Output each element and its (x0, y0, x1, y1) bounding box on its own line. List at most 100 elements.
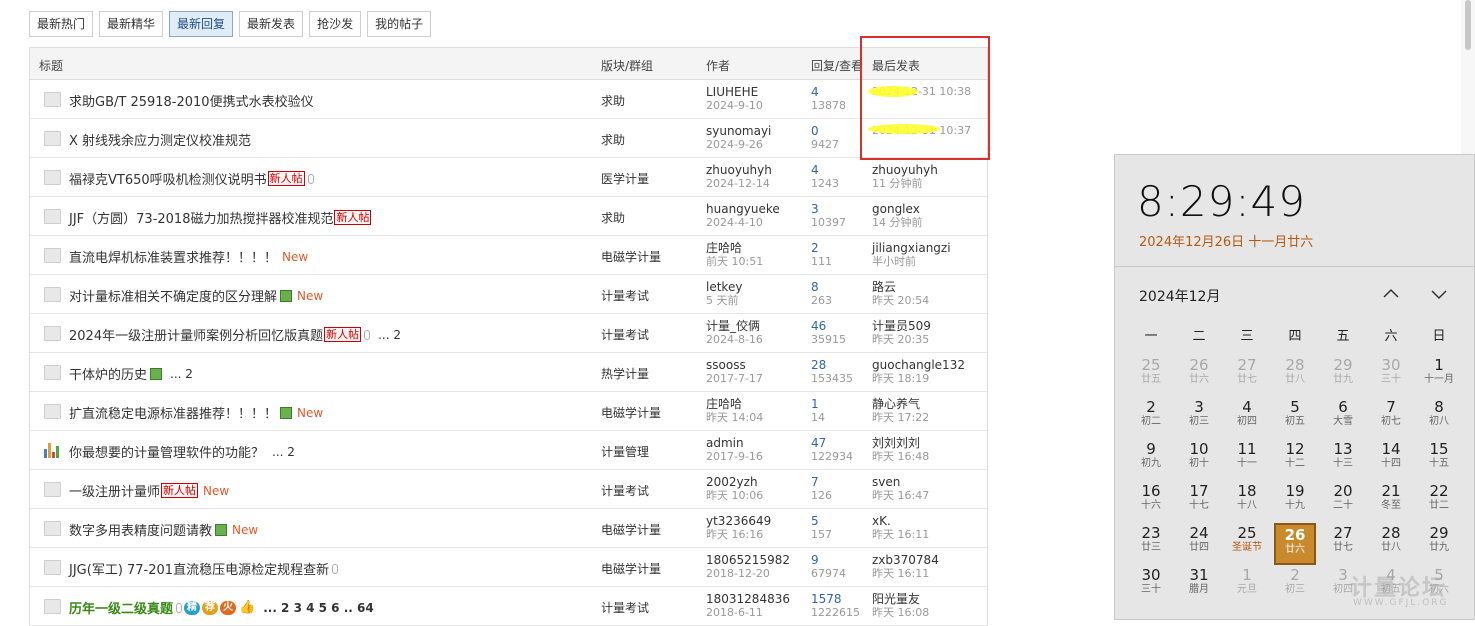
calendar-day[interactable]: 11 十一 (1223, 439, 1271, 481)
last-post-user[interactable]: jiliangxiangzi (872, 241, 951, 255)
calendar-day[interactable]: 1 元旦 (1223, 565, 1271, 607)
thread-title-text[interactable]: 一级注册计量师 (69, 481, 160, 500)
calendar-day[interactable]: 20 二十 (1319, 481, 1367, 523)
author-name[interactable]: zhuoyuhyh (706, 163, 772, 177)
thread-title-text[interactable]: 扩直流稳定电源标准器推荐！！！！ (69, 403, 277, 422)
last-post-user[interactable]: xK. (872, 514, 929, 528)
calendar-day[interactable]: 28 廿八 (1367, 523, 1415, 565)
author-name[interactable]: letkey (706, 280, 742, 294)
last-post-time[interactable]: 昨天 16:48 (872, 450, 929, 464)
page-links[interactable]: ... 2 (378, 328, 401, 342)
last-post-user[interactable]: 静心养气 (872, 397, 929, 411)
board-link[interactable]: 热学计量 (601, 365, 649, 382)
thread-title-text[interactable]: 求助GB/T 25918-2010便携式水表校验仪 (69, 91, 314, 110)
calendar-day[interactable]: 28 廿八 (1271, 355, 1319, 397)
last-post-user[interactable]: 刘刘刘刘 (872, 436, 929, 450)
thread-title[interactable]: 你最想要的计量管理软件的功能？ ... 2 (69, 442, 295, 462)
calendar-day[interactable]: 27 廿七 (1319, 523, 1367, 565)
calendar-day[interactable]: 17 十七 (1175, 481, 1223, 523)
thread-title[interactable]: JJF（方圆）73-2018磁力加热搅拌器校准规范 新人帖 (69, 208, 372, 227)
calendar-day[interactable]: 16 十六 (1127, 481, 1175, 523)
calendar-day[interactable]: 18 十八 (1223, 481, 1271, 523)
thread-title[interactable]: 一级注册计量师 新人帖 New (69, 481, 229, 500)
calendar-day[interactable]: 26 廿六 (1175, 355, 1223, 397)
last-post-user[interactable]: sven (872, 475, 929, 489)
thread-title[interactable]: 直流电焊机标准装置求推荐！！！！ New (69, 247, 308, 267)
last-post-user[interactable]: 阳光量友 (872, 592, 929, 606)
calendar-day[interactable]: 2 初二 (1127, 397, 1175, 439)
board-link[interactable]: 求助 (601, 131, 625, 148)
calendar-day[interactable]: 6 大雪 (1319, 397, 1367, 439)
calendar-day[interactable]: 8 初八 (1415, 397, 1463, 439)
calendar-day[interactable]: 25 廿五 (1127, 355, 1175, 397)
thread-title-text[interactable]: 福禄克VT650呼吸机检测仪说明书 (69, 169, 267, 188)
thread-title-text[interactable]: 历年一级二级真题 (69, 598, 173, 617)
calendar-day[interactable]: 4 初四 (1223, 397, 1271, 439)
calendar-day[interactable]: 30 三十 (1367, 355, 1415, 397)
calendar-day[interactable]: 29 廿九 (1415, 523, 1463, 565)
chevron-up-icon[interactable] (1379, 282, 1403, 306)
board-link[interactable]: 医学计量 (601, 170, 649, 187)
calendar-day[interactable]: 23 廿三 (1127, 523, 1175, 565)
thread-title-text[interactable]: 对计量标准相关不确定度的区分理解 (69, 286, 277, 305)
board-link[interactable]: 求助 (601, 209, 625, 226)
last-post-user[interactable]: 路云 (872, 280, 929, 294)
board-link[interactable]: 计量考试 (601, 599, 649, 616)
calendar-day[interactable]: 29 廿九 (1319, 355, 1367, 397)
calendar-day[interactable]: 13 十三 (1319, 439, 1367, 481)
calendar-day[interactable]: 7 初七 (1367, 397, 1415, 439)
board-link[interactable]: 计量考试 (601, 326, 649, 343)
thread-title-text[interactable]: X 射线残余应力测定仪校准规范 (69, 130, 251, 149)
author-name[interactable]: ssooss (706, 358, 763, 372)
author-name[interactable]: 2002yzh (706, 475, 763, 489)
calendar-day[interactable]: 30 三十 (1127, 565, 1175, 607)
calendar-day[interactable]: 14 十四 (1367, 439, 1415, 481)
thread-title[interactable]: 对计量标准相关不确定度的区分理解 New (69, 286, 323, 306)
last-post-time[interactable]: 昨天 20:54 (872, 294, 929, 308)
last-post-time[interactable]: 昨天 16:11 (872, 567, 939, 581)
calendar-day[interactable]: 31 腊月 (1175, 565, 1223, 607)
scrollbar-thumb[interactable] (1465, 0, 1471, 50)
calendar-day[interactable]: 10 初十 (1175, 439, 1223, 481)
thread-title[interactable]: 干体炉的历史 ... 2 (69, 364, 193, 384)
clock-date[interactable]: 2024年12月26日 十一月廿六 (1139, 231, 1313, 250)
last-post-user[interactable]: zhuoyuhyh (872, 163, 938, 177)
last-post-user[interactable]: zxb370784 (872, 553, 939, 567)
thread-title-text[interactable]: 直流电焊机标准装置求推荐！！！！ (69, 247, 277, 266)
calendar-day[interactable]: 1 十一月 (1415, 355, 1463, 397)
last-post-user[interactable]: gonglex (872, 202, 923, 216)
calendar-day[interactable]: 3 初三 (1175, 397, 1223, 439)
thread-title[interactable]: 2024年一级注册计量师案例分析回忆版真题 新人帖 ... 2 (69, 325, 401, 344)
author-name[interactable]: admin (706, 436, 763, 450)
last-post-user[interactable]: 计量员509 (872, 319, 931, 333)
author-name[interactable]: 18031284836 (706, 592, 790, 606)
thread-title[interactable]: 扩直流稳定电源标准器推荐！！！！ New (69, 403, 323, 423)
thread-title-text[interactable]: 干体炉的历史 (69, 364, 147, 383)
thread-title[interactable]: X 射线残余应力测定仪校准规范 (69, 130, 251, 149)
calendar-day-today[interactable]: 26 廿六 (1274, 523, 1316, 565)
calendar-day[interactable]: 15 十五 (1415, 439, 1463, 481)
last-post-time[interactable]: 昨天 20:35 (872, 333, 931, 347)
last-post-time[interactable]: 昨天 16:47 (872, 489, 929, 503)
tab-my-posts[interactable]: 我的帖子 (367, 11, 432, 37)
author-name[interactable]: yt3236649 (706, 514, 771, 528)
board-link[interactable]: 求助 (601, 92, 625, 109)
last-post-time[interactable]: 昨天 17:22 (872, 411, 929, 425)
calendar-day[interactable]: 24 廿四 (1175, 523, 1223, 565)
thread-title-text[interactable]: 数字多用表精度问题请教 (69, 520, 212, 539)
calendar-day[interactable]: 25 圣诞节 (1223, 523, 1271, 565)
calendar-day[interactable]: 12 十二 (1271, 439, 1319, 481)
page-links[interactable]: ... 2 (170, 367, 193, 381)
last-post-user[interactable]: guochangle132 (872, 358, 965, 372)
tab-latest-digest[interactable]: 最新精华 (99, 11, 164, 37)
tab-latest-hot[interactable]: 最新热门 (29, 11, 94, 37)
board-link[interactable]: 电磁学计量 (601, 521, 661, 538)
board-link[interactable]: 电磁学计量 (601, 560, 661, 577)
board-link[interactable]: 电磁学计量 (601, 248, 661, 265)
author-name[interactable]: huangyueke (706, 202, 780, 216)
last-post-time[interactable]: 昨天 16:11 (872, 528, 929, 542)
calendar-day[interactable]: 21 冬至 (1367, 481, 1415, 523)
thread-title[interactable]: 求助GB/T 25918-2010便携式水表校验仪 (69, 91, 314, 110)
author-name[interactable]: 庄哈哈 (706, 241, 763, 255)
thread-title[interactable]: JJG(军工) 77-201直流稳压电源检定规程查新 (69, 559, 339, 578)
